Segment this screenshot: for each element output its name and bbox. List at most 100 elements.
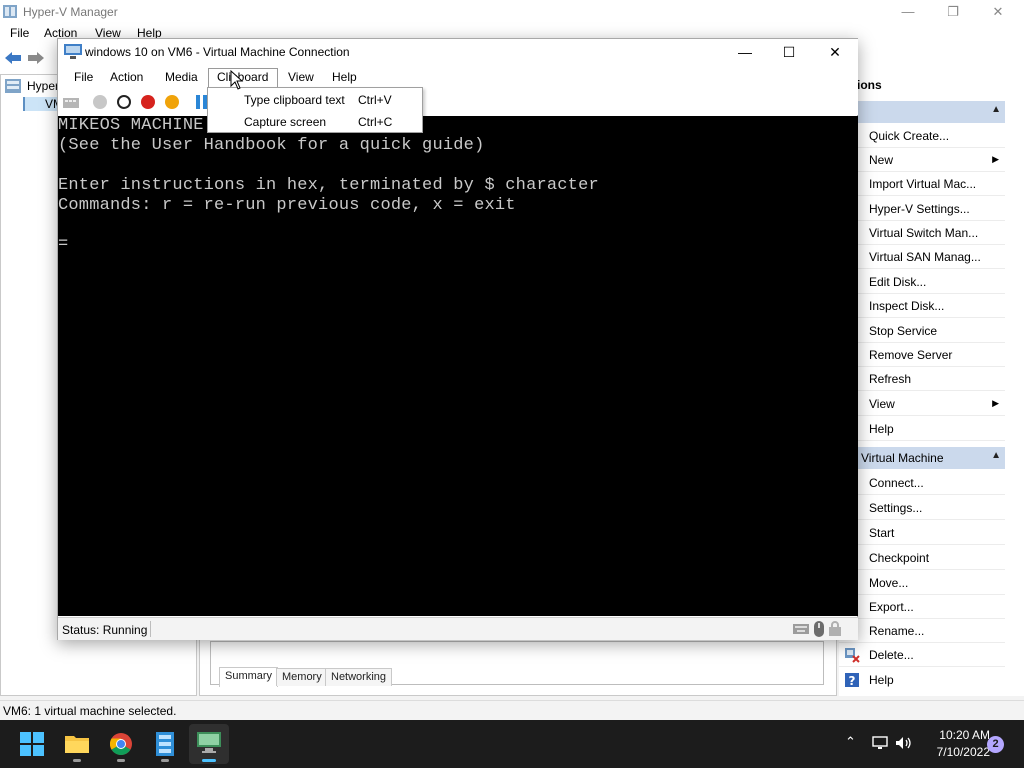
clipboard-dropdown-menu: Type clipboard text Ctrl+V Capture scree… (207, 87, 423, 133)
action-new[interactable]: New ▶ (839, 148, 1005, 172)
action-connect[interactable]: Connect... (839, 471, 1005, 495)
action-remove-server[interactable]: Remove Server (839, 343, 1005, 367)
start-button[interactable] (12, 724, 52, 764)
action-delete[interactable]: Delete... (839, 643, 1005, 667)
vm-connection-icon (64, 44, 82, 59)
collapse-caret-icon[interactable]: ▲ (991, 104, 1001, 115)
action-inspect-disk[interactable]: Inspect Disk... (839, 294, 1005, 318)
tab-memory[interactable]: Memory (276, 668, 328, 686)
shut-down-icon[interactable] (141, 95, 155, 109)
mouse-icon (814, 621, 824, 637)
vm-menu-media[interactable]: Media (165, 70, 198, 84)
action-hyperv-settings[interactable]: Hyper-V Settings... (839, 197, 1005, 221)
vm-menu-file[interactable]: File (74, 70, 93, 84)
menu-item-label: Type clipboard text (244, 93, 345, 107)
tab-networking[interactable]: Networking (325, 668, 393, 686)
action-refresh[interactable]: Refresh (839, 367, 1005, 391)
start-icon[interactable] (93, 95, 107, 109)
lock-icon (829, 621, 841, 636)
actions-pane: tions 6 ▲ Quick Create... New▶ Import Vi… (839, 74, 1024, 696)
taskbar-vm-connection[interactable] (189, 724, 229, 764)
action-edit-disk[interactable]: Edit Disk... (839, 270, 1005, 294)
running-indicator (161, 759, 169, 762)
action-rename[interactable]: Rename... (839, 619, 1005, 643)
submenu-arrow-icon: ▶ (992, 398, 999, 408)
action-help-vm[interactable]: ? Help (839, 668, 1005, 692)
running-indicator (202, 759, 216, 762)
vm-menu-action[interactable]: Action (110, 70, 143, 84)
console-line: Commands: r = re-run previous code, x = … (58, 196, 516, 215)
vm-menu-view[interactable]: View (288, 70, 314, 84)
folder-icon (65, 736, 89, 753)
action-checkpoint[interactable]: Checkpoint (839, 546, 1005, 570)
ctrl-alt-del-icon[interactable] (63, 95, 79, 109)
vm-toolbar (58, 89, 858, 115)
close-icon[interactable]: ✕ (820, 42, 850, 62)
action-stop-service[interactable]: Stop Service (839, 319, 1005, 343)
action-move[interactable]: Move... (839, 571, 1005, 595)
tray-overflow-chevron-icon[interactable]: ⌃ (845, 734, 856, 750)
server-icon (5, 79, 21, 93)
mouse-cursor-icon (230, 70, 244, 90)
tab-summary[interactable]: Summary (219, 667, 279, 687)
taskbar-hyperv-manager[interactable] (145, 724, 185, 764)
menu-item-type-clipboard-text[interactable]: Type clipboard text Ctrl+V (209, 89, 422, 111)
taskbar-file-explorer[interactable] (57, 724, 97, 764)
action-virtual-switch-manager[interactable]: Virtual Switch Man... (839, 221, 1005, 245)
taskbar-chrome[interactable] (101, 724, 141, 764)
action-export[interactable]: Export... (839, 595, 1005, 619)
console-line: MIKEOS MACHINE (58, 116, 204, 135)
action-view[interactable]: View ▶ (839, 392, 1005, 416)
running-indicator (73, 759, 81, 762)
hv-menu-file[interactable]: File (10, 26, 29, 40)
windows-logo-icon (20, 732, 44, 756)
menu-item-shortcut: Ctrl+V (358, 93, 392, 107)
actions-header: tions (853, 78, 882, 92)
vm-details-panel: Summary Memory Networking (210, 641, 824, 687)
close-icon[interactable]: ✕ (984, 2, 1012, 22)
taskbar: ⌃ 10:20 AM 7/10/2022 (0, 720, 1024, 768)
hyperv-manager-icon (156, 732, 174, 756)
vm-titlebar: windows 10 on VM6 - Virtual Machine Conn… (58, 39, 858, 65)
vm-status-text: Status: Running (62, 623, 148, 637)
forward-arrow-icon[interactable] (27, 51, 45, 65)
volume-icon[interactable] (895, 736, 913, 750)
actions-section-virtual-machine-label: w Virtual Machine (849, 451, 944, 465)
delete-icon (845, 648, 860, 663)
status-separator (150, 621, 151, 637)
tray-clock-time[interactable]: 10:20 AM (918, 728, 990, 742)
tree-root[interactable]: Hyper (27, 79, 59, 93)
vm-console-screen[interactable]: MIKEOS MACHINE (See the User Handbook fo… (58, 116, 858, 616)
action-virtual-san-manager[interactable]: Virtual SAN Manag... (839, 245, 1005, 269)
hyperv-status-text: VM6: 1 virtual machine selected. (3, 704, 177, 718)
actions-section-virtual-machine[interactable]: w Virtual Machine ▲ (839, 447, 1005, 469)
minimize-icon[interactable]: — (730, 42, 760, 62)
save-state-icon[interactable] (165, 95, 179, 109)
maximize-icon[interactable]: ☐ (774, 42, 804, 62)
vm-menubar: File Action Media Clipboard View Help (58, 65, 858, 89)
turn-off-icon[interactable] (117, 95, 131, 109)
action-start[interactable]: Start (839, 521, 1005, 545)
vm-connection-icon (197, 732, 221, 753)
action-quick-create[interactable]: Quick Create... (839, 124, 1005, 148)
notification-badge[interactable]: 2 (987, 736, 1004, 753)
action-help[interactable]: Help (839, 417, 1005, 441)
action-import-vm[interactable]: Import Virtual Mac... (839, 172, 1005, 196)
minimize-icon[interactable]: — (894, 2, 922, 22)
menu-item-capture-screen[interactable]: Capture screen Ctrl+C (209, 111, 422, 133)
hyperv-title: Hyper-V Manager (23, 5, 118, 19)
menu-item-shortcut: Ctrl+C (358, 115, 393, 129)
collapse-caret-icon[interactable]: ▲ (991, 450, 1001, 461)
network-icon[interactable] (872, 736, 888, 750)
tray-clock-date[interactable]: 7/10/2022 (918, 745, 990, 759)
actions-section-vm6[interactable]: 6 ▲ (839, 101, 1005, 123)
hyperv-statusbar: VM6: 1 virtual machine selected. (0, 700, 1024, 720)
vm-statusbar: Status: Running (58, 617, 858, 640)
chrome-icon (110, 733, 132, 755)
back-arrow-icon[interactable] (4, 51, 22, 65)
restore-icon[interactable]: ❐ (939, 2, 967, 22)
action-settings[interactable]: Settings... (839, 496, 1005, 520)
vm-menu-help[interactable]: Help (332, 70, 357, 84)
console-line: Enter instructions in hex, terminated by… (58, 176, 599, 195)
submenu-arrow-icon: ▶ (992, 154, 999, 164)
